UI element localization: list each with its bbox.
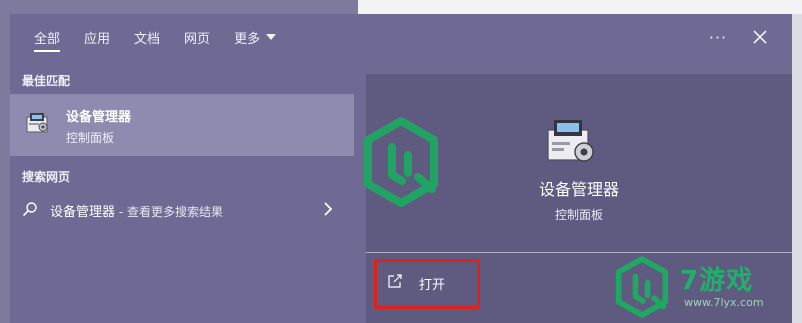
web-search-text: 设备管理器 - 查看更多搜索结果	[50, 201, 223, 220]
best-match-heading: 最佳匹配	[22, 74, 71, 88]
open-external-icon	[388, 274, 402, 288]
search-tab-bar: 全部 应用 文档 网页 更多 ···	[10, 14, 792, 60]
open-button-label: 打开	[419, 278, 446, 293]
chevron-down-icon	[266, 34, 277, 40]
search-icon	[22, 202, 37, 217]
open-button[interactable]: 打开	[374, 259, 480, 309]
best-match-item[interactable]: 设备管理器 控制面板	[10, 94, 354, 156]
web-search-suffix: - 查看更多搜索结果	[115, 205, 223, 219]
tab-web-label: 网页	[184, 31, 211, 47]
watermark-logo-icon	[364, 117, 438, 207]
tab-apps[interactable]: 应用	[72, 14, 122, 60]
web-search-heading: 搜索网页	[22, 170, 71, 184]
results-list: 最佳匹配 设备管理器 控制面板 搜索网页 设备管理器 - 查看更多搜索结果	[10, 60, 354, 323]
tab-bar-actions: ···	[708, 14, 792, 60]
web-search-item[interactable]: 设备管理器 - 查看更多搜索结果	[10, 191, 354, 227]
close-icon[interactable]	[750, 27, 770, 47]
tab-more[interactable]: 更多	[222, 14, 288, 60]
tab-all-label: 全部	[34, 31, 61, 47]
best-match-subtitle: 控制面板	[66, 131, 115, 145]
background-window-strip	[358, 0, 802, 14]
best-match-title: 设备管理器	[66, 110, 132, 125]
device-manager-icon	[26, 113, 48, 133]
tab-documents-label: 文档	[134, 31, 161, 47]
ellipsis-icon[interactable]: ···	[708, 27, 728, 47]
watermark-url: www.7lyx.com	[684, 296, 764, 309]
watermark-brand-text: 7游戏	[680, 266, 754, 296]
detail-subtitle: 控制面板	[554, 208, 603, 222]
tab-web[interactable]: 网页	[172, 14, 222, 60]
watermark-small-logo-icon	[615, 256, 669, 318]
tab-apps-label: 应用	[84, 31, 111, 47]
tab-all[interactable]: 全部	[10, 14, 72, 60]
tab-more-label: 更多	[234, 31, 261, 47]
chevron-right-icon[interactable]	[322, 201, 334, 217]
tab-documents[interactable]: 文档	[122, 14, 172, 60]
watermark-brand: 7游戏 www.7lyx.com	[612, 252, 802, 322]
device-manager-large-icon	[547, 120, 594, 162]
web-search-query: 设备管理器	[50, 205, 116, 220]
